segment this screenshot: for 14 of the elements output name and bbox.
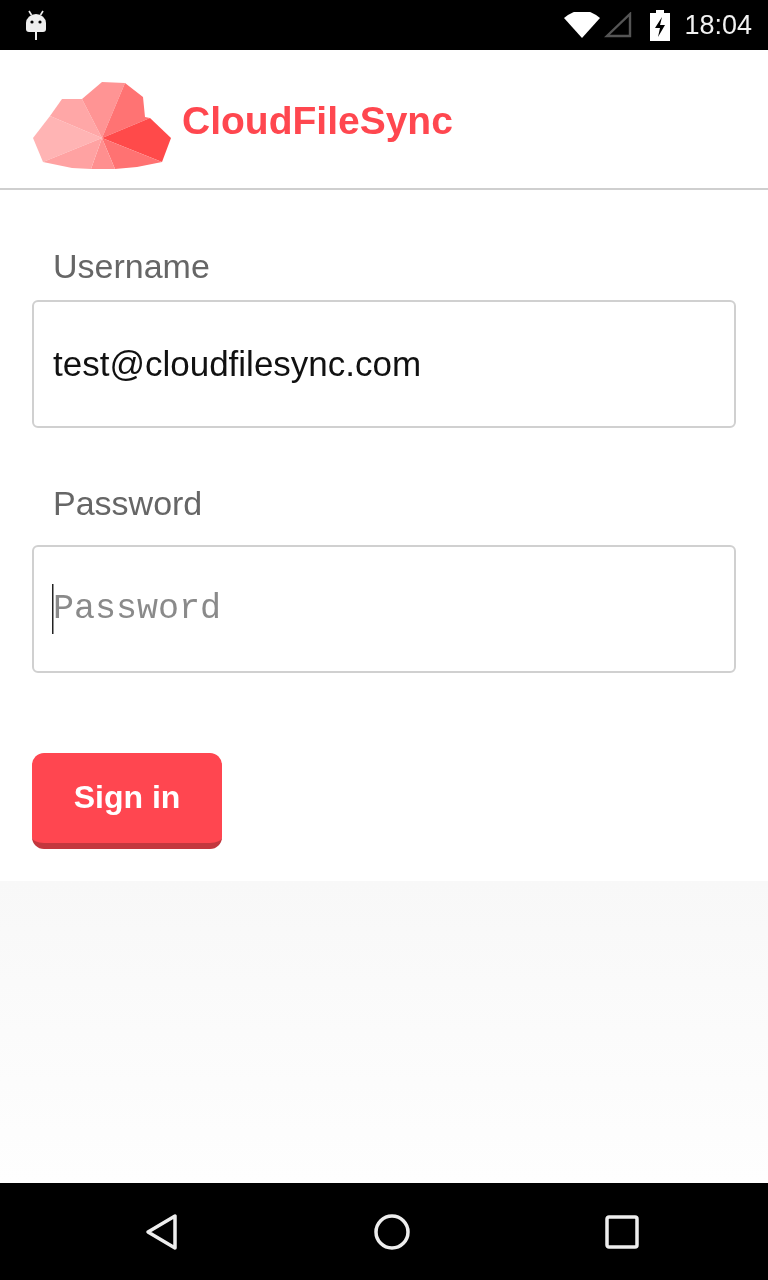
username-field[interactable]: test@cloudfilesync.com (32, 300, 736, 428)
home-icon[interactable] (374, 1213, 410, 1250)
recents-icon[interactable] (605, 1214, 639, 1249)
robot-icon (25, 10, 47, 40)
cloud-logo-icon (33, 81, 171, 169)
back-icon[interactable] (145, 1212, 179, 1251)
app-title: CloudFileSync (182, 100, 453, 140)
password-field[interactable]: Password (32, 545, 736, 673)
wifi-icon (564, 12, 601, 38)
battery-charging-icon (650, 9, 671, 41)
signal-icon (604, 12, 633, 38)
field-label: Password (53, 484, 203, 522)
field-label: Username (53, 247, 210, 285)
status-time: 18:04 (684, 11, 752, 39)
